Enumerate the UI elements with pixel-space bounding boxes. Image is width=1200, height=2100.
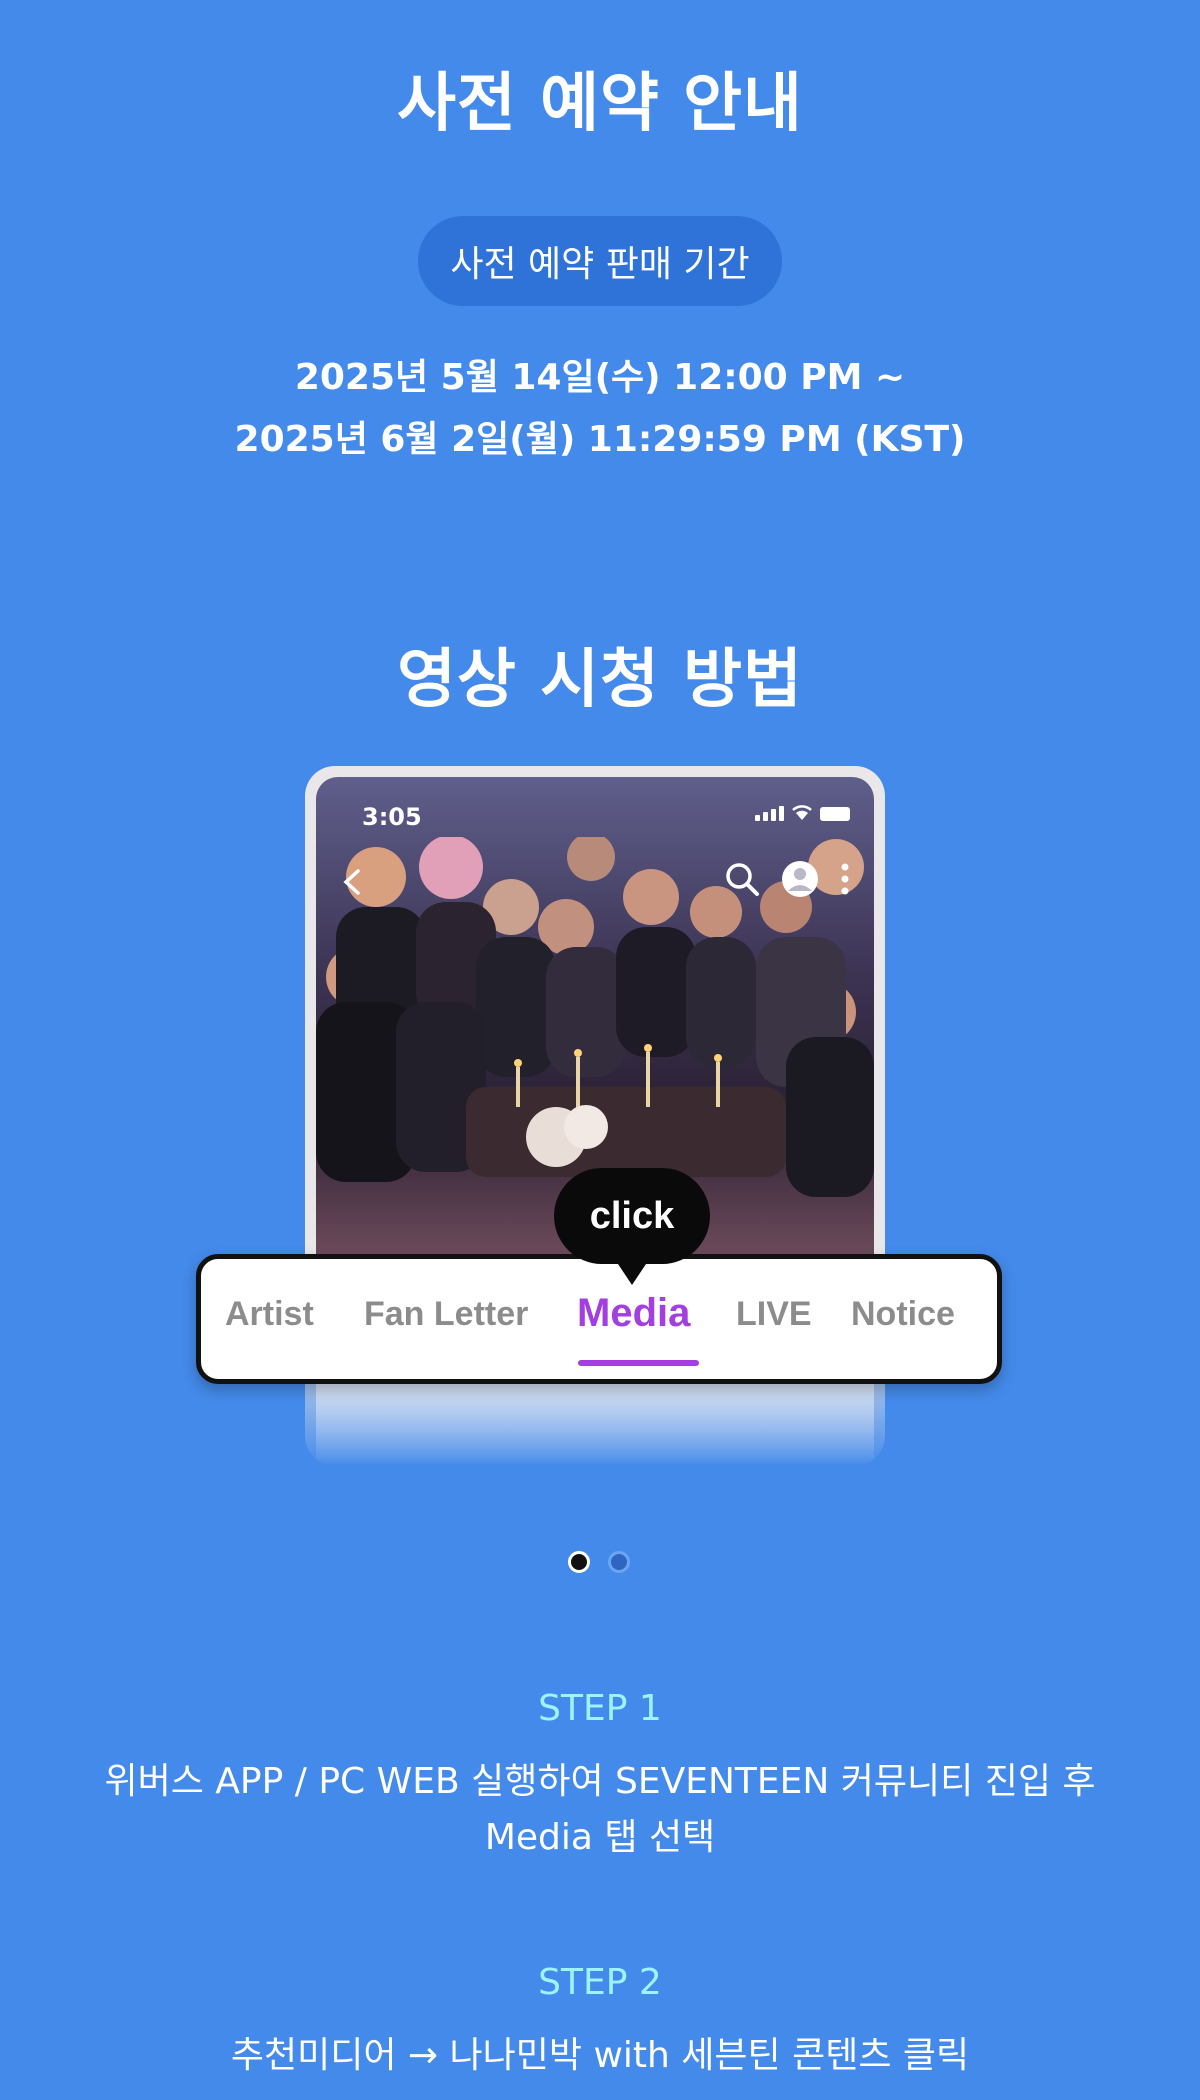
tab-media[interactable]: Media (577, 1291, 690, 1336)
signal-icon (755, 806, 784, 821)
howto-title: 영상 시청 방법 (397, 643, 803, 717)
step-1-text-line2: Media 탭 선택 (484, 1817, 716, 1858)
tab-artist[interactable]: Artist (225, 1295, 314, 1334)
battery-icon (820, 807, 850, 821)
tab-notice[interactable]: Notice (851, 1295, 955, 1334)
preorder-title: 사전 예약 안내 (397, 67, 803, 141)
carousel-dot-2[interactable] (608, 1551, 630, 1573)
step-1-label: STEP 1 (538, 1688, 662, 1729)
preorder-period-start: 2025년 5월 14일(수) 12:00 PM ~ (294, 357, 906, 398)
tab-media-underline (578, 1360, 699, 1366)
more-menu-icon[interactable] (838, 859, 852, 899)
status-icons (755, 805, 850, 821)
carousel-dot-1[interactable] (568, 1551, 590, 1573)
tab-fan-letter[interactable]: Fan Letter (364, 1295, 528, 1334)
step-2-text-line1: 추천미디어 → 나나민박 with 세븐틴 콘텐츠 클릭 (230, 2035, 970, 2076)
wifi-icon (792, 805, 812, 820)
click-tooltip: click (554, 1168, 710, 1264)
preorder-period-end: 2025년 6월 2일(월) 11:29:59 PM (KST) (234, 419, 966, 460)
carousel-pagination (568, 1551, 630, 1573)
status-time: 3:05 (362, 803, 422, 831)
preorder-period-badge: 사전 예약 판매 기간 (418, 216, 782, 306)
search-icon[interactable] (722, 859, 762, 899)
mockup-top-icons (722, 859, 852, 899)
back-arrow-icon[interactable] (338, 867, 368, 897)
click-tooltip-tail (612, 1255, 652, 1285)
step-1-text-line1: 위버스 APP / PC WEB 실행하여 SEVENTEEN 커뮤니티 진입 … (104, 1761, 1096, 1802)
page: 사전 예약 안내 사전 예약 판매 기간 2025년 5월 14일(수) 12:… (0, 0, 1200, 2100)
step-2-label: STEP 2 (538, 1962, 662, 2003)
profile-icon[interactable] (780, 859, 820, 899)
tab-bar: Artist Fan Letter Media LIVE Notice (196, 1254, 1002, 1384)
tab-live[interactable]: LIVE (736, 1295, 812, 1334)
